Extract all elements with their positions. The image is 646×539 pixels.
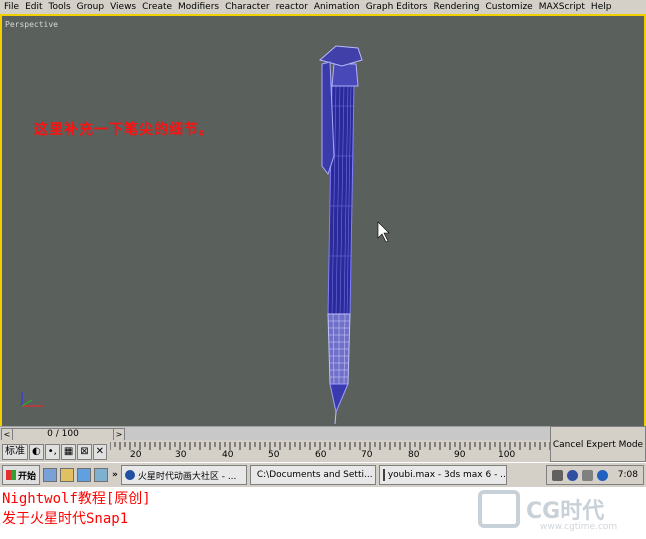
cg-logo-mark-icon <box>478 490 520 528</box>
menu-graph-editors[interactable]: Graph Editors <box>363 2 431 12</box>
network-icon[interactable] <box>581 469 593 481</box>
menu-tools[interactable]: Tools <box>46 2 74 12</box>
task-browser[interactable]: 火星时代动画大社区 - ... <box>120 465 247 485</box>
outlook-icon[interactable] <box>60 468 75 482</box>
taskbar: 开始 » 火星时代动画大社区 - ... C:\Documents and Se… <box>0 462 646 487</box>
menu-bar: File Edit Tools Group Views Create Modif… <box>0 0 646 14</box>
menu-customize[interactable]: Customize <box>482 2 535 12</box>
dots-icon[interactable]: •, <box>44 444 60 460</box>
menu-views[interactable]: Views <box>107 2 139 12</box>
system-tray: 7:08 <box>545 465 644 485</box>
ruler-label: 40 <box>222 450 234 460</box>
3dsmax-icon <box>382 469 385 481</box>
menu-modifiers[interactable]: Modifiers <box>175 2 222 12</box>
close-icon[interactable]: ✕ <box>92 444 108 460</box>
menu-edit[interactable]: Edit <box>22 2 45 12</box>
more-chevron-icon[interactable]: » <box>112 470 118 480</box>
task-explorer[interactable]: C:\Documents and Setti... <box>249 465 376 485</box>
menu-help[interactable]: Help <box>588 2 615 12</box>
pen-wireframe-model <box>21 45 390 425</box>
cancel-expert-mode-button[interactable]: Cancel Expert Mode <box>550 426 646 462</box>
menu-file[interactable]: File <box>0 2 22 12</box>
media-icon[interactable] <box>94 468 109 482</box>
moon-icon[interactable]: ◐ <box>29 444 44 460</box>
ruler-label: 70 <box>361 450 373 460</box>
start-button[interactable]: 开始 <box>2 465 41 485</box>
menu-group[interactable]: Group <box>74 2 107 12</box>
task-label: youbi.max - 3ds max 6 - ... <box>387 470 507 480</box>
menu-create[interactable]: Create <box>139 2 175 12</box>
ruler-label: 80 <box>408 450 420 460</box>
grid-icon[interactable]: ▦ <box>60 444 77 460</box>
menu-rendering[interactable]: Rendering <box>431 2 483 12</box>
task-label: C:\Documents and Setti... <box>256 470 373 480</box>
logo-text: CG时代 <box>526 499 605 524</box>
desktop-icon[interactable] <box>77 468 92 482</box>
track-bar[interactable]: 标准 ◐ •, ▦ ⊠ ✕ 20 30 40 50 60 70 80 90 10… <box>0 440 550 462</box>
logo-url: www.cgtime.com <box>540 522 618 532</box>
ie-icon[interactable] <box>43 468 58 482</box>
credit-line-2: 发于火星时代Snap1 <box>2 511 129 527</box>
standard-button[interactable]: 标准 <box>2 444 28 460</box>
menu-reactor[interactable]: reactor <box>273 2 311 12</box>
start-label: 开始 <box>18 471 37 482</box>
ruler-label: 30 <box>175 450 187 460</box>
task-label: 火星时代动画大社区 - ... <box>137 471 237 482</box>
browser-icon <box>124 470 135 480</box>
menu-animation[interactable]: Animation <box>311 2 363 12</box>
clock: 7:08 <box>617 470 638 480</box>
ruler-label: 100 <box>498 450 516 460</box>
box-icon[interactable]: ⊠ <box>77 444 92 460</box>
time-slider[interactable]: < 0 / 100 > <box>0 426 550 441</box>
ruler-label: 90 <box>454 450 466 460</box>
credits: Nightwolf教程[原创] 发于火星时代Snap1 <box>2 489 151 529</box>
task-3dsmax[interactable]: youbi.max - 3ds max 6 - ... <box>378 465 507 485</box>
perspective-viewport[interactable]: Perspective 这里补充一下笔尖的细节。 <box>0 14 646 426</box>
ruler-label: 20 <box>130 450 142 460</box>
ruler-label: 60 <box>315 450 327 460</box>
menu-maxscript[interactable]: MAXScript <box>536 2 588 12</box>
status-toolbar: 标准 ◐ •, ▦ ⊠ ✕ <box>2 444 108 460</box>
windows-logo-icon <box>6 470 16 480</box>
credit-line-1: Nightwolf教程[原创] <box>2 491 151 507</box>
speaker-icon[interactable] <box>551 469 563 481</box>
ruler-label: 50 <box>268 450 280 460</box>
help-icon[interactable] <box>596 469 608 481</box>
menu-character[interactable]: Character <box>222 2 272 12</box>
messenger-icon[interactable] <box>566 469 578 481</box>
